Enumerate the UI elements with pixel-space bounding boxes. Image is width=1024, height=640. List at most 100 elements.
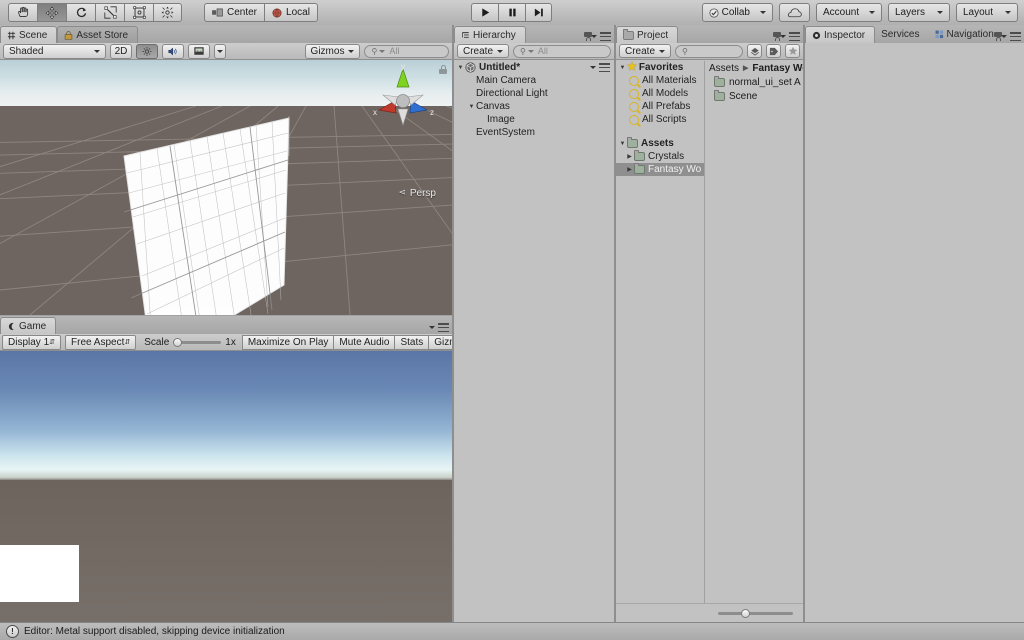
draw-mode-dropdown[interactable]: Shaded: [3, 43, 106, 59]
disclosure-triangle-icon[interactable]: [618, 141, 627, 147]
hierarchy-item-untitled[interactable]: Untitled*: [454, 61, 614, 74]
project-create-button[interactable]: Create: [619, 44, 672, 58]
scene-effects-toggle[interactable]: [188, 43, 210, 59]
hierarchy-item-directional-light[interactable]: Directional Light: [454, 87, 614, 100]
pivot-center-label: Center: [227, 7, 258, 18]
pause-button[interactable]: [498, 3, 525, 22]
disclosure-triangle-icon[interactable]: [456, 65, 465, 71]
scene-lock-icon[interactable]: [439, 65, 447, 74]
cloud-button[interactable]: [779, 3, 810, 22]
pivot-local-button[interactable]: Local: [264, 3, 318, 22]
hierarchy-create-button[interactable]: Create: [457, 44, 510, 58]
project-tree-label: Favorites: [638, 62, 684, 73]
hierarchy-scene-options[interactable]: [586, 63, 610, 72]
disclosure-triangle-icon[interactable]: [467, 104, 476, 110]
scene-search-input[interactable]: ⚲ All: [364, 44, 449, 58]
project-content-label: Scene: [729, 90, 758, 102]
hierarchy-item-canvas[interactable]: Canvas: [454, 100, 614, 113]
menu-icon[interactable]: [599, 63, 610, 72]
project-tree-label: All Models: [642, 88, 689, 99]
menu-icon[interactable]: [600, 32, 611, 41]
stats-toggle[interactable]: Stats: [394, 334, 429, 350]
project-content-item-scene[interactable]: Scene: [705, 89, 803, 103]
menu-icon[interactable]: [1010, 32, 1021, 41]
project-contents-pane: Assets ▶ Fantasy Wo normal_ui_set A Scen…: [705, 61, 808, 604]
project-tree-label: Fantasy Wo: [648, 164, 702, 175]
transform-tool-button[interactable]: [153, 3, 182, 22]
step-button[interactable]: [525, 3, 552, 22]
project-favorite-filter-button[interactable]: [785, 44, 800, 58]
project-tree-favorites[interactable]: ★ Favorites: [616, 61, 704, 74]
pivot-center-button[interactable]: Center: [204, 3, 265, 22]
breadcrumb-current[interactable]: Fantasy Wo: [752, 63, 808, 74]
game-tab-options[interactable]: [425, 323, 449, 332]
rotate-tool-button[interactable]: [66, 3, 95, 22]
pivot-icon: [212, 8, 223, 17]
project-tree-crystals[interactable]: Crystals: [616, 150, 704, 163]
playback-controls: [471, 3, 552, 22]
layers-button[interactable]: Layers: [888, 3, 950, 22]
tab-services[interactable]: Services: [875, 26, 928, 43]
hand-tool-button[interactable]: [8, 3, 37, 22]
tab-hierarchy[interactable]: Hierarchy: [454, 26, 526, 43]
project-tree-assets[interactable]: Assets: [616, 137, 704, 150]
hierarchy-item-label: Canvas: [476, 101, 510, 112]
project-type-filter-button[interactable]: [747, 44, 762, 58]
gizmos-dropdown[interactable]: Gizmos: [304, 43, 361, 59]
scene-lighting-toggle[interactable]: [136, 43, 158, 59]
play-button[interactable]: [471, 3, 498, 22]
tab-project[interactable]: Project: [616, 26, 679, 43]
game-aspect-dropdown[interactable]: Free Aspect ⇵: [65, 334, 137, 350]
chevron-down-icon: [94, 49, 100, 53]
store-icon: [65, 30, 73, 40]
tab-navigation[interactable]: Navigation: [929, 26, 1003, 43]
project-tree-all-prefabs[interactable]: All Prefabs: [616, 100, 704, 113]
hierarchy-item-eventsystem[interactable]: EventSystem: [454, 126, 614, 139]
game-sky: [0, 351, 452, 480]
tab-inspector[interactable]: Inspector: [805, 26, 876, 43]
game-display-dropdown[interactable]: Display 1 ⇵: [2, 334, 62, 350]
project-tree-all-scripts[interactable]: All Scripts: [616, 113, 704, 126]
scale-tool-button[interactable]: [95, 3, 124, 22]
collab-button[interactable]: Collab: [701, 3, 773, 22]
hierarchy-search-input[interactable]: ⚲ All: [513, 44, 611, 58]
layout-button[interactable]: Layout: [956, 3, 1018, 22]
project-toolbar: Create ⚲: [616, 43, 803, 60]
rect-tool-button[interactable]: [124, 3, 153, 22]
scene-2d-toggle[interactable]: 2D: [110, 43, 132, 59]
game-scale-control[interactable]: Scale 1x: [138, 337, 242, 348]
scene-effects-dropdown[interactable]: [214, 43, 226, 59]
game-viewport[interactable]: [0, 351, 452, 638]
hierarchy-item-image[interactable]: Image: [454, 113, 614, 126]
tab-game[interactable]: Game: [0, 317, 57, 334]
tab-asset-store[interactable]: Asset Store: [57, 26, 139, 43]
status-bar[interactable]: ! Editor: Metal support disabled, skippi…: [0, 622, 1024, 640]
disclosure-triangle-icon[interactable]: [625, 153, 634, 160]
maximize-on-play-toggle[interactable]: Maximize On Play: [241, 334, 334, 350]
game-scale-slider[interactable]: [173, 337, 222, 347]
move-tool-button[interactable]: [37, 3, 66, 22]
account-button[interactable]: Account: [816, 3, 882, 22]
tab-scene[interactable]: Scene: [0, 26, 58, 43]
project-tree-fantasy-world[interactable]: Fantasy Wo: [616, 163, 704, 176]
scene-orientation-gizmo[interactable]: y x z: [363, 63, 443, 135]
search-icon: ⚲: [371, 46, 378, 56]
scene-audio-toggle[interactable]: [162, 43, 184, 59]
breadcrumb-assets[interactable]: Assets: [709, 63, 739, 74]
project-tree-all-materials[interactable]: All Materials: [616, 74, 704, 87]
hierarchy-item-main-camera[interactable]: Main Camera: [454, 74, 614, 87]
scene-viewport[interactable]: y x z Persp ⋖: [0, 60, 452, 315]
project-zoom-slider[interactable]: [718, 608, 793, 618]
project-tree-all-models[interactable]: All Models: [616, 87, 704, 100]
mute-audio-toggle[interactable]: Mute Audio: [333, 334, 395, 350]
project-search-input[interactable]: ⚲: [675, 44, 743, 58]
tab-game-label: Game: [19, 320, 47, 332]
menu-icon[interactable]: [789, 32, 800, 41]
navigation-icon: [935, 30, 943, 39]
menu-icon[interactable]: [438, 323, 449, 332]
disclosure-triangle-icon[interactable]: [618, 65, 627, 71]
scene-projection-label[interactable]: Persp: [410, 188, 436, 199]
project-label-filter-button[interactable]: [766, 44, 781, 58]
disclosure-triangle-icon[interactable]: [625, 166, 634, 173]
project-content-item-normal-ui-set[interactable]: normal_ui_set A: [705, 75, 803, 89]
